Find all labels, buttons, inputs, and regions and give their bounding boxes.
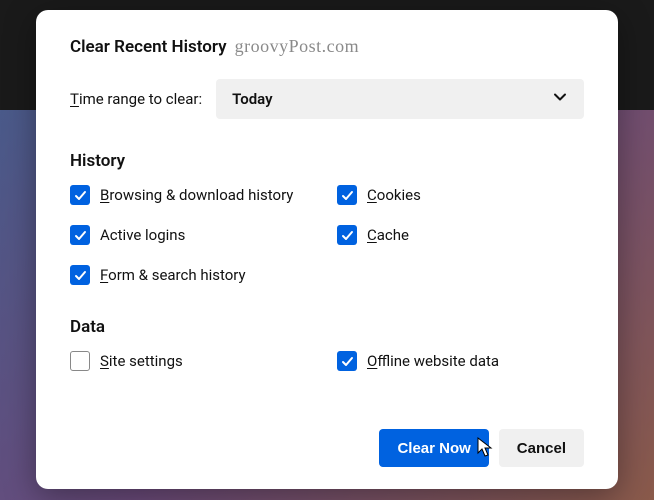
checkbox-form-search[interactable]: Form & search history	[70, 265, 317, 285]
clear-history-dialog: Clear Recent History groovyPost.com Time…	[36, 10, 618, 489]
checkbox-label: Cache	[367, 226, 409, 244]
checkbox-browsing-history[interactable]: Browsing & download history	[70, 185, 317, 205]
clear-now-button[interactable]: Clear Now	[379, 429, 488, 467]
checkbox-offline-data[interactable]: Offline website data	[337, 351, 584, 371]
checkbox-label: Active logins	[100, 226, 185, 244]
chevron-down-icon	[552, 89, 568, 109]
checkmark-icon	[337, 351, 357, 371]
time-range-label: Time range to clear:	[70, 90, 202, 108]
checkmark-icon	[70, 185, 90, 205]
checkbox-active-logins[interactable]: Active logins	[70, 225, 317, 245]
data-section-title: Data	[70, 317, 584, 337]
checkbox-label: Offline website data	[367, 352, 499, 370]
clear-now-label: Clear Now	[397, 440, 470, 457]
checkbox-label: Site settings	[100, 352, 183, 370]
checkbox-cookies[interactable]: Cookies	[337, 185, 584, 205]
dialog-title: Clear Recent History	[70, 37, 227, 57]
checkbox-label: Browsing & download history	[100, 186, 293, 204]
checkmark-icon	[70, 265, 90, 285]
checkbox-label: Cookies	[367, 186, 421, 204]
checkbox-empty-icon	[70, 351, 90, 371]
checkbox-site-settings[interactable]: Site settings	[70, 351, 317, 371]
checkbox-label: Form & search history	[100, 266, 246, 284]
checkmark-icon	[337, 225, 357, 245]
time-range-select[interactable]: Today	[216, 79, 584, 119]
checkbox-cache[interactable]: Cache	[337, 225, 584, 245]
time-range-value: Today	[232, 90, 272, 108]
checkmark-icon	[337, 185, 357, 205]
cancel-button[interactable]: Cancel	[499, 429, 584, 467]
cursor-icon	[477, 437, 495, 463]
checkmark-icon	[70, 225, 90, 245]
history-section-title: History	[70, 151, 584, 171]
watermark-text: groovyPost.com	[235, 36, 360, 57]
